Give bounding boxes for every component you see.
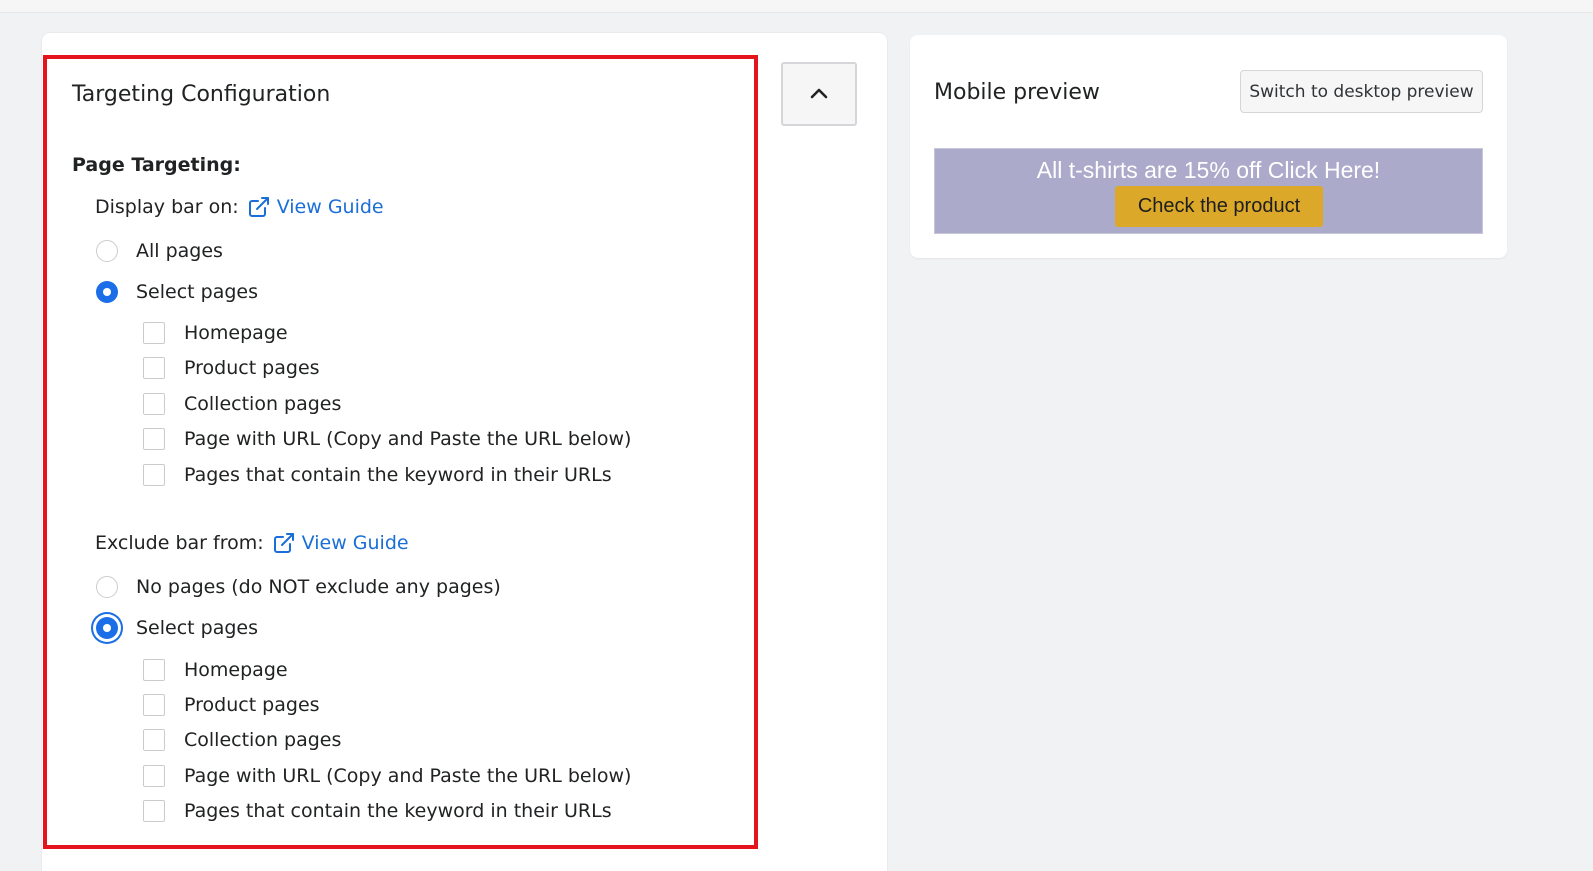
radio-label: Select pages	[136, 617, 259, 639]
display-checkbox-keyword[interactable]: Pages that contain the keyword in their …	[143, 464, 612, 486]
radio-label: No pages (do NOT exclude any pages)	[136, 576, 501, 598]
checkbox-label: Homepage	[184, 322, 288, 344]
display-checkbox-homepage[interactable]: Homepage	[143, 322, 288, 344]
exclude-checkbox-product-pages[interactable]: Product pages	[143, 694, 320, 716]
checkbox[interactable]	[143, 765, 165, 787]
announcement-text: All t-shirts are 15% off Click Here!	[1036, 157, 1381, 183]
checkbox[interactable]	[143, 659, 165, 681]
display-checkbox-product-pages[interactable]: Product pages	[143, 357, 320, 379]
view-guide-label: View Guide	[276, 196, 384, 218]
exclude-bar-from-row: Exclude bar from: View Guide	[95, 531, 409, 555]
checkbox-label: Collection pages	[184, 393, 342, 415]
checkbox[interactable]	[143, 428, 165, 450]
checkbox-label: Product pages	[184, 694, 320, 716]
checkbox[interactable]	[143, 694, 165, 716]
checkbox[interactable]	[143, 322, 165, 344]
external-link-icon	[273, 533, 294, 553]
radio-label: Select pages	[136, 281, 259, 303]
page-targeting-label: Page Targeting:	[72, 154, 241, 176]
checkbox-label: Collection pages	[184, 729, 342, 751]
radio-all-pages[interactable]: All pages	[96, 240, 223, 262]
radio-exclude-select-pages[interactable]: Select pages	[96, 617, 258, 639]
exclude-checkbox-homepage[interactable]: Homepage	[143, 659, 288, 681]
checkbox-label: Homepage	[184, 659, 288, 681]
collapse-button[interactable]	[781, 62, 857, 126]
checkbox[interactable]	[143, 464, 165, 486]
radio-button[interactable]	[96, 240, 118, 262]
targeting-title: Targeting Configuration	[72, 82, 331, 107]
display-bar-on-row: Display bar on: View Guide	[95, 195, 384, 219]
external-link-icon	[248, 197, 269, 217]
checkbox-label: Pages that contain the keyword in their …	[184, 464, 612, 486]
radio-label: All pages	[136, 240, 223, 262]
checkbox[interactable]	[143, 357, 165, 379]
radio-select-pages[interactable]: Select pages	[96, 281, 258, 303]
radio-button-checked[interactable]	[96, 617, 118, 639]
radio-no-pages[interactable]: No pages (do NOT exclude any pages)	[96, 576, 501, 598]
checkbox[interactable]	[143, 729, 165, 751]
display-checkbox-collection-pages[interactable]: Collection pages	[143, 393, 341, 415]
exclude-checkbox-collection-pages[interactable]: Collection pages	[143, 729, 341, 751]
radio-button-checked[interactable]	[96, 281, 118, 303]
checkbox-label: Product pages	[184, 357, 320, 379]
display-bar-on-label: Display bar on:	[95, 196, 239, 218]
exclude-view-guide-link[interactable]: View Guide	[272, 531, 409, 555]
check-product-button[interactable]: Check the product	[1115, 186, 1323, 227]
top-bar	[0, 0, 1593, 13]
checkbox-label: Page with URL (Copy and Paste the URL be…	[184, 428, 632, 450]
exclude-checkbox-page-url[interactable]: Page with URL (Copy and Paste the URL be…	[143, 765, 631, 787]
switch-to-desktop-button[interactable]: Switch to desktop preview	[1240, 70, 1483, 113]
view-guide-label: View Guide	[301, 532, 409, 554]
checkbox[interactable]	[143, 393, 165, 415]
preview-title: Mobile preview	[934, 80, 1100, 105]
exclude-bar-from-label: Exclude bar from:	[95, 532, 264, 554]
checkbox[interactable]	[143, 800, 165, 822]
exclude-checkbox-keyword[interactable]: Pages that contain the keyword in their …	[143, 800, 612, 822]
chevron-up-icon	[810, 88, 828, 99]
checkbox-label: Pages that contain the keyword in their …	[184, 800, 612, 822]
display-checkbox-page-url[interactable]: Page with URL (Copy and Paste the URL be…	[143, 428, 631, 450]
checkbox-label: Page with URL (Copy and Paste the URL be…	[184, 765, 632, 787]
announcement-bar-preview: All t-shirts are 15% off Click Here! Che…	[934, 148, 1483, 234]
radio-button[interactable]	[96, 576, 118, 598]
display-view-guide-link[interactable]: View Guide	[247, 195, 384, 219]
